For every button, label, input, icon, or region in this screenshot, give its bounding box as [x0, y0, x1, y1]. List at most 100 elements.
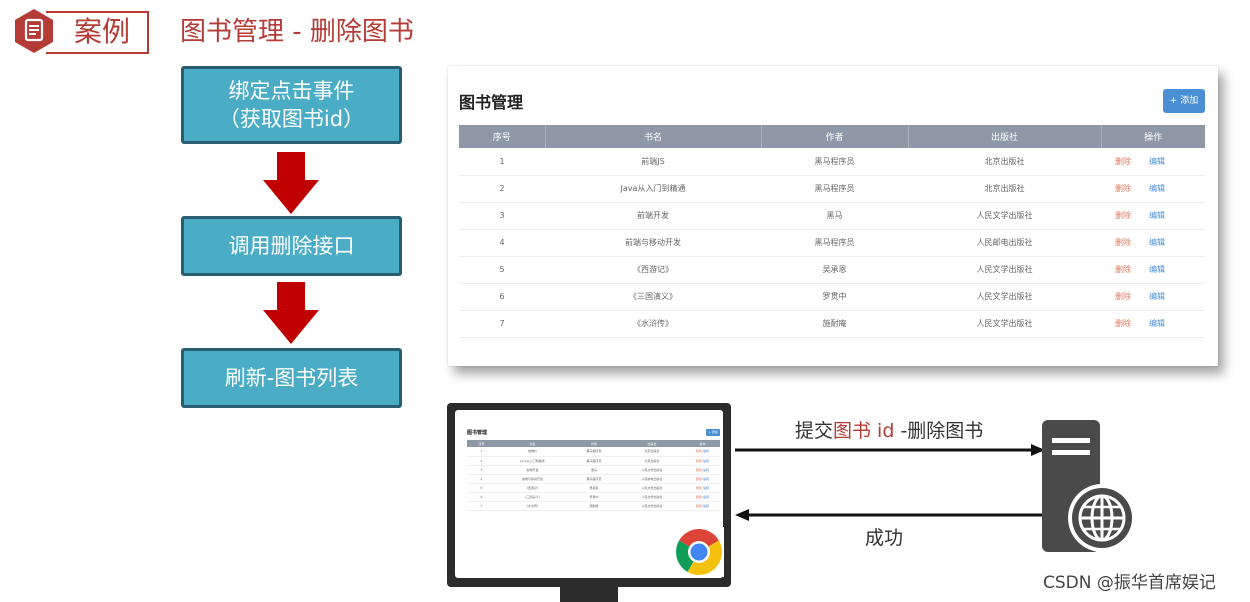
cell-id: 1: [459, 148, 545, 176]
mini-column-header: 作者: [569, 440, 619, 447]
cell-publisher: 人民邮电出版社: [908, 229, 1101, 257]
edit-link[interactable]: 编辑: [1149, 156, 1165, 167]
cell-actions: 删除 编辑: [1101, 256, 1205, 284]
down-arrow-icon: [263, 282, 319, 344]
edit-link[interactable]: 编辑: [1149, 210, 1165, 221]
mini-edit-link: 编辑: [702, 449, 709, 454]
mini-cell-publisher: 北京出版社: [619, 447, 685, 457]
cell-id: 6: [459, 283, 545, 311]
mini-cell-author: 吴承恩: [569, 483, 619, 493]
mini-table-row: 1 前端JS 黑马程序员 北京出版社 删除 编辑: [467, 447, 720, 457]
mini-cell-book-name: 前端与移动开发: [496, 474, 569, 484]
mini-cell-id: 3: [467, 465, 496, 475]
mini-cell-actions: 删除 编辑: [685, 474, 720, 484]
step-refresh-list: 刷新-图书列表: [181, 348, 402, 408]
mini-cell-id: 4: [467, 474, 496, 484]
column-header: 操作: [1101, 125, 1205, 148]
mini-cell-id: 6: [467, 492, 496, 502]
cell-book-name: 《三国演义》: [545, 283, 761, 311]
cell-author: 黑马: [761, 202, 908, 230]
mini-cell-actions: 删除 编辑: [685, 465, 720, 475]
mini-column-header: 序号: [467, 440, 496, 447]
mini-table-row: 4 前端与移动开发 黑马程序员 人民邮电出版社 删除 编辑: [467, 474, 720, 484]
cell-publisher: 人民文学出版社: [908, 283, 1101, 311]
mini-delete-link: 删除: [696, 494, 703, 499]
table-row: 2 Java从入门到精通 黑马程序员 北京出版社 删除 编辑: [459, 175, 1205, 203]
cell-author: 罗贯中: [761, 283, 908, 311]
mini-column-header: 出版社: [619, 440, 685, 447]
delete-link[interactable]: 删除: [1115, 237, 1131, 248]
cell-book-name: 前端与移动开发: [545, 229, 761, 257]
mini-cell-actions: 删除 编辑: [685, 501, 720, 511]
table-row: 5 《西游记》 吴承恩 人民文学出版社 删除 编辑: [459, 256, 1205, 284]
response-label: 成功: [865, 527, 904, 549]
mini-cell-book-name: 《水浒传》: [496, 501, 569, 511]
cell-actions: 删除 编辑: [1101, 283, 1205, 311]
cell-publisher: 人民文学出版社: [908, 310, 1101, 338]
table-header-row: 序号 书名 作者 出版社 操作: [459, 125, 1205, 148]
delete-link[interactable]: 删除: [1115, 210, 1131, 221]
edit-link[interactable]: 编辑: [1149, 264, 1165, 275]
mini-delete-link: 删除: [696, 485, 703, 490]
column-header: 出版社: [908, 125, 1102, 148]
mini-cell-actions: 删除 编辑: [685, 447, 720, 457]
monitor-stand: [560, 587, 618, 602]
step-1-line-2: （获取图书id）: [218, 107, 365, 131]
mini-cell-book-name: 《西游记》: [496, 483, 569, 493]
mini-header-row: 序号 书名 作者 出版社 操作: [467, 440, 720, 447]
cell-author: 施耐庵: [761, 310, 908, 338]
mini-cell-publisher: 人民文学出版社: [619, 483, 685, 493]
mini-cell-book-name: 前端开发: [496, 465, 569, 475]
delete-link[interactable]: 删除: [1115, 183, 1131, 194]
mini-cell-id: 1: [467, 447, 496, 457]
column-header: 作者: [761, 125, 909, 148]
cell-actions: 删除 编辑: [1101, 229, 1205, 257]
book-table: 序号 书名 作者 出版社 操作 1 前端JS 黑马程序员 北京出版社 删除 编辑 2 Java…: [459, 125, 1205, 338]
down-arrow-icon: [263, 152, 319, 214]
cell-id: 3: [459, 202, 545, 230]
delete-link[interactable]: 删除: [1115, 318, 1131, 329]
cell-author: 黑马程序员: [761, 175, 908, 203]
mini-cell-publisher: 人民文学出版社: [619, 492, 685, 502]
cell-book-name: Java从入门到精通: [545, 175, 761, 203]
request-suffix: -删除图书: [894, 420, 984, 442]
mini-edit-link: 编辑: [702, 467, 709, 472]
cell-id: 2: [459, 175, 545, 203]
edit-link[interactable]: 编辑: [1149, 237, 1165, 248]
mini-book-table: 序号 书名 作者 出版社 操作 1 前端JS 黑马程序员 北京出版社 删除 编辑 2 Jav…: [467, 440, 720, 511]
delete-link[interactable]: 删除: [1115, 291, 1131, 302]
delete-link[interactable]: 删除: [1115, 264, 1131, 275]
mini-column-header: 操作: [685, 440, 720, 447]
add-button[interactable]: + 添加: [1163, 89, 1205, 113]
mini-cell-publisher: 人民邮电出版社: [619, 474, 685, 484]
mini-column-header: 书名: [496, 440, 569, 447]
book-management-panel: 图书管理 + 添加 序号 书名 作者 出版社 操作 1 前端JS 黑马程序员 北京出版…: [448, 66, 1218, 366]
cell-author: 黑马程序员: [761, 229, 908, 257]
table-row: 6 《三国演义》 罗贯中 人民文学出版社 删除 编辑: [459, 283, 1205, 311]
mini-cell-author: 施耐庵: [569, 501, 619, 511]
mini-add-button: + 添加: [706, 429, 720, 436]
mini-edit-link: 编辑: [702, 503, 709, 508]
edit-link[interactable]: 编辑: [1149, 318, 1165, 329]
column-header: 书名: [545, 125, 762, 148]
step-call-delete-api: 调用删除接口: [181, 216, 402, 276]
cell-book-name: 《水浒传》: [545, 310, 761, 338]
cell-publisher: 北京出版社: [908, 148, 1101, 176]
mini-table-row: 2 Java从入门到精通 黑马程序员 北京出版社 删除 编辑: [467, 456, 720, 466]
cell-id: 5: [459, 256, 545, 284]
step-2-line-1: 调用删除接口: [228, 234, 355, 258]
server-icon: [1042, 420, 1135, 552]
edit-link[interactable]: 编辑: [1149, 291, 1165, 302]
table-row: 1 前端JS 黑马程序员 北京出版社 删除 编辑: [459, 148, 1205, 176]
mini-edit-link: 编辑: [702, 458, 709, 463]
response-arrow-head: [735, 509, 749, 521]
mini-cell-book-name: 前端JS: [496, 447, 569, 457]
edit-link[interactable]: 编辑: [1149, 183, 1165, 194]
case-label: 案例: [74, 15, 131, 48]
delete-link[interactable]: 删除: [1115, 156, 1131, 167]
table-row: 3 前端开发 黑马 人民文学出版社 删除 编辑: [459, 202, 1205, 230]
mini-delete-link: 删除: [696, 476, 703, 481]
cell-book-name: 前端开发: [545, 202, 761, 230]
mini-cell-book-name: Java从入门到精通: [496, 456, 569, 466]
mini-delete-link: 删除: [696, 458, 703, 463]
